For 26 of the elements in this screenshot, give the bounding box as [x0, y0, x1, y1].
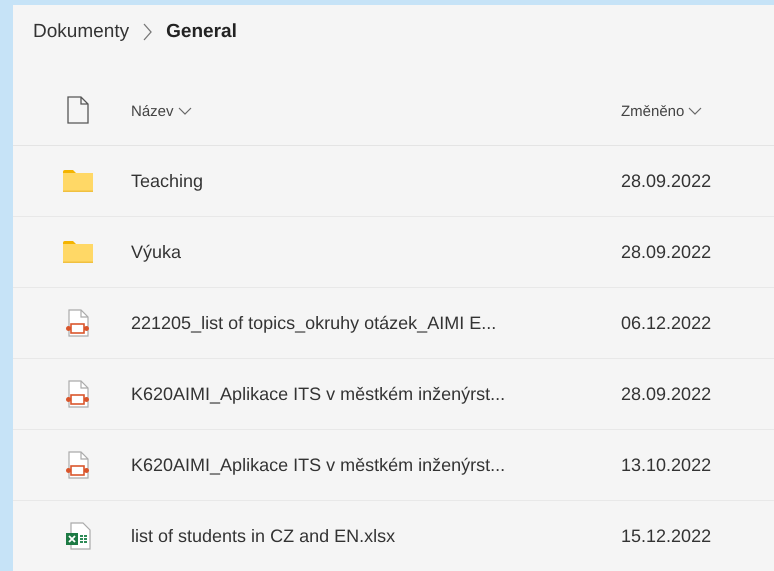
- column-header[interactable]: Název: [131, 102, 192, 120]
- folder-icon: [63, 170, 93, 192]
- modified-date: 13.10.2022: [621, 454, 712, 474]
- file-name-link[interactable]: 221205_list of topics_okruhy otázek_AIMI E...: [131, 312, 496, 332]
- breadcrumb-link[interactable]: Dokumenty: [33, 21, 130, 43]
- file-name-link[interactable]: K620AIMI_Aplikace ITS v městkém inženýrst...: [131, 384, 506, 404]
- modified-date: 28.09.2022: [621, 384, 712, 404]
- chevron-right-icon: [143, 23, 152, 41]
- file-name-link[interactable]: Teaching: [131, 170, 204, 190]
- spreadsheet-file-icon: [65, 522, 91, 550]
- presentation-file-icon: [65, 451, 91, 479]
- file-type-icon: [67, 96, 89, 124]
- modified-date: 15.12.2022: [621, 526, 712, 546]
- folder-icon: [63, 241, 93, 263]
- chevron-down-icon: [178, 107, 192, 115]
- file-name-link[interactable]: list of students in CZ and EN.xlsx: [131, 526, 396, 546]
- modified-date: 06.12.2022: [621, 312, 712, 332]
- presentation-file-icon: [65, 380, 91, 408]
- presentation-file-icon: [65, 309, 91, 337]
- file-name-link[interactable]: K620AIMI_Aplikace ITS v městkém inženýrst...: [131, 454, 506, 474]
- column-header[interactable]: Změněno: [621, 102, 702, 120]
- chevron-down-icon: [688, 107, 702, 115]
- modified-date: 28.09.2022: [621, 242, 712, 262]
- file-name-link[interactable]: Výuka: [131, 242, 182, 262]
- breadcrumb-current: General: [166, 21, 237, 43]
- modified-date: 28.09.2022: [621, 170, 712, 190]
